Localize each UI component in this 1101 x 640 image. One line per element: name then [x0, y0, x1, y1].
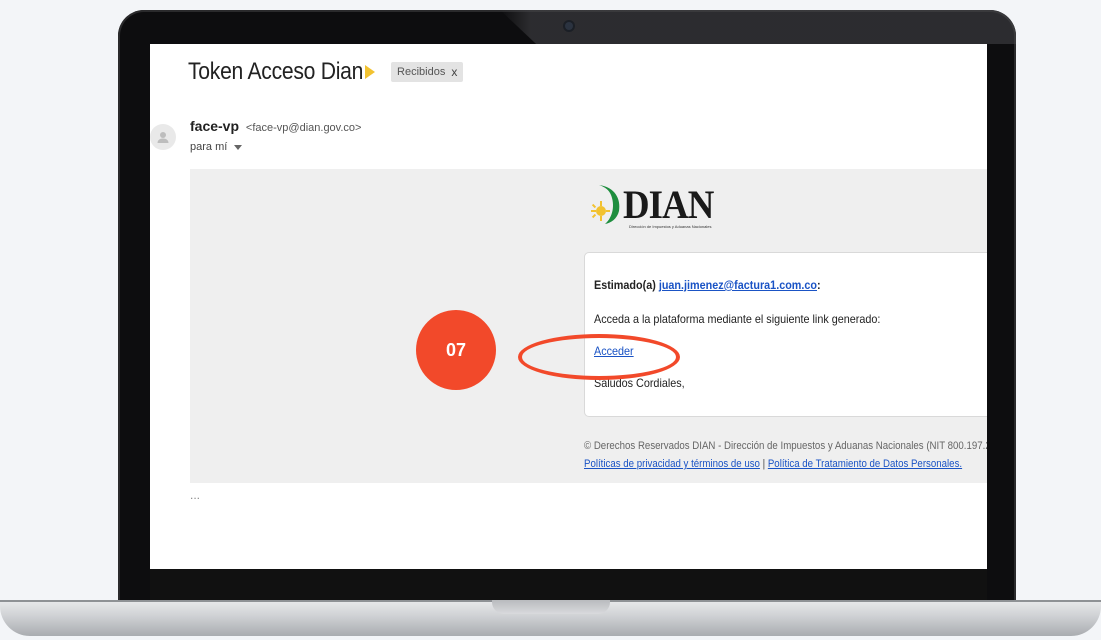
recipient-email-link[interactable]: juan.jimenez@factura1.com.co [659, 278, 817, 292]
chevron-down-icon [234, 144, 243, 150]
copyright-text: © Derechos Reservados DIAN - Dirección d… [584, 440, 987, 452]
label-chip-text: Recibidos [397, 66, 446, 78]
laptop-base-notch [492, 600, 610, 614]
email-subject: Token Acceso Dian [188, 58, 364, 85]
greeting-line: Estimado(a) juan.jimenez@factura1.com.co… [594, 278, 821, 292]
recipient-text: para mí [190, 141, 228, 153]
instruction-text: Acceda a la plataforma mediante el sigui… [594, 312, 881, 326]
footer-separator: | [762, 458, 766, 470]
sender-avatar[interactable] [150, 124, 176, 150]
privacy-terms-link[interactable]: Políticas de privacidad y términos de us… [584, 458, 760, 470]
subject-row: Token Acceso Dian Recibidos x [188, 58, 464, 86]
label-remove-button[interactable]: x [451, 65, 457, 79]
message-card: Estimado(a) juan.jimenez@factura1.com.co… [584, 252, 987, 417]
step-number-badge: 07 [416, 310, 496, 390]
sender-name[interactable]: face-vp [190, 118, 239, 134]
highlight-ring [518, 334, 680, 380]
dian-logo-icon [591, 185, 620, 224]
trimmed-content-toggle[interactable]: ... [190, 488, 200, 502]
bezel-glare [500, 10, 1016, 44]
footer-links: Políticas de privacidad y términos de us… [584, 458, 962, 470]
greeting-suffix: : [817, 278, 821, 292]
sender-email: <face-vp@dian.gov.co> [245, 122, 362, 134]
email-screen: Token Acceso Dian Recibidos x face-vp <f… [150, 44, 987, 569]
logo-wordmark: DIAN [623, 182, 714, 227]
greeting-prefix: Estimado(a) [594, 278, 656, 292]
camera-icon [565, 22, 573, 30]
sender-line: face-vp <face-vp@dian.gov.co> [190, 118, 361, 134]
data-policy-link[interactable]: Política de Tratamiento de Datos Persona… [768, 458, 962, 470]
importance-marker-icon[interactable] [365, 65, 376, 79]
dian-logo: DIAN Dirección de Impuestos y Aduanas Na… [587, 181, 714, 233]
screen-bottom-bezel [150, 569, 987, 600]
recipient-details-toggle[interactable]: para mí [190, 141, 243, 153]
avatar-icon [157, 132, 169, 143]
label-chip-inbox[interactable]: Recibidos x [391, 62, 464, 82]
email-body: DIAN Dirección de Impuestos y Aduanas Na… [190, 169, 987, 483]
logo-subtitle: Dirección de Impuestos y Aduanas Naciona… [629, 224, 712, 229]
